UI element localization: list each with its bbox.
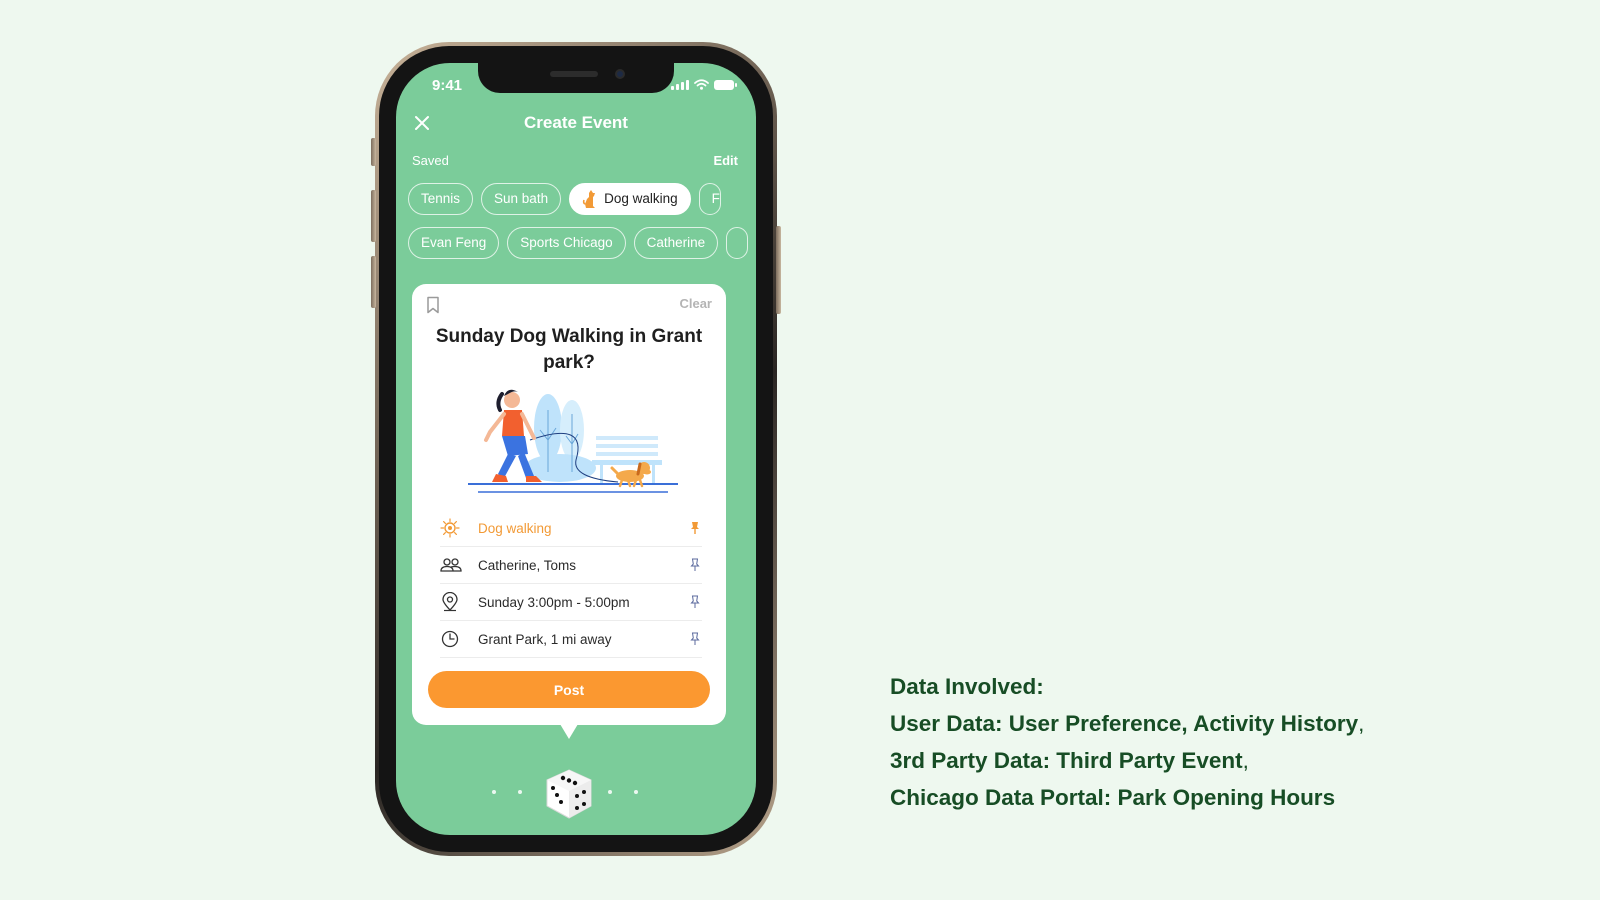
signal-icon xyxy=(671,79,689,90)
detail-row-people[interactable]: Catherine, Toms xyxy=(440,547,702,584)
chip-label: Sun bath xyxy=(494,191,549,206)
phone-side-button xyxy=(371,138,376,166)
info-line-chicago-portal: Chicago Data Portal: Park Opening Hours xyxy=(890,779,1570,816)
app-screen: 9:41 Create Event Saved Edit Tennis Sun … xyxy=(396,63,756,835)
status-icons xyxy=(671,79,737,90)
sun-icon xyxy=(440,518,470,538)
info-line-text: Chicago Data Portal: Park Opening Hours xyxy=(890,785,1336,810)
clear-button[interactable]: Clear xyxy=(679,296,712,311)
pin-outline-icon[interactable] xyxy=(688,595,702,609)
location-icon xyxy=(440,592,470,612)
bookmark-icon[interactable] xyxy=(426,296,440,314)
chip-dog-walking[interactable]: Dog walking xyxy=(569,183,691,215)
pager-dot[interactable] xyxy=(634,790,638,794)
info-heading: Data Involved: xyxy=(890,674,1044,699)
chip-catherine[interactable]: Catherine xyxy=(633,227,719,259)
phone-mockup: 9:41 Create Event Saved Edit Tennis Sun … xyxy=(371,42,781,856)
card-pointer xyxy=(560,724,578,739)
pin-outline-icon[interactable] xyxy=(688,558,702,572)
chip-truncated[interactable]: F xyxy=(698,183,721,215)
detail-text: Dog walking xyxy=(478,520,552,536)
info-line-text: User Data: User Preference, Activity His… xyxy=(890,711,1359,736)
dog-icon xyxy=(582,190,596,208)
detail-row-time[interactable]: Sunday 3:00pm - 5:00pm xyxy=(440,584,702,621)
chip-sports-chicago[interactable]: Sports Chicago xyxy=(507,227,626,259)
event-card: Clear Sunday Dog Walking in Grant park? xyxy=(412,284,726,739)
speaker-grille xyxy=(550,71,598,77)
info-line-text: 3rd Party Data: Third Party Event xyxy=(890,748,1243,773)
chip-sun-bath[interactable]: Sun bath xyxy=(481,183,562,215)
detail-text: Sunday 3:00pm - 5:00pm xyxy=(478,594,630,610)
dice-icon[interactable] xyxy=(541,766,597,822)
chip-evan-feng[interactable]: Evan Feng xyxy=(408,227,500,259)
people-icon xyxy=(440,557,470,573)
saved-label: Saved xyxy=(412,153,449,168)
post-button[interactable]: Post xyxy=(428,671,710,708)
dog-walking-illustration xyxy=(468,389,678,493)
event-title: Sunday Dog Walking in Grant park? xyxy=(435,326,703,373)
pin-outline-icon[interactable] xyxy=(688,632,702,646)
phone-volume-down-button xyxy=(371,256,376,308)
front-camera xyxy=(615,69,625,79)
chip-label: Catherine xyxy=(646,235,706,250)
detail-text: Catherine, Toms xyxy=(478,557,577,573)
info-line-third-party: 3rd Party Data: Third Party Event, xyxy=(890,742,1570,779)
data-involved-info: Data Involved: User Data: User Preferenc… xyxy=(890,668,1570,816)
detail-row-location[interactable]: Grant Park, 1 mi away xyxy=(440,621,702,658)
info-separator: , xyxy=(1358,711,1365,736)
chip-label: Evan Feng xyxy=(421,235,487,250)
pager-dot[interactable] xyxy=(518,790,522,794)
status-time: 9:41 xyxy=(432,77,463,94)
detail-row-activity[interactable]: Dog walking xyxy=(440,510,702,547)
edit-button[interactable]: Edit xyxy=(713,153,738,168)
chip-tennis[interactable]: Tennis xyxy=(408,183,474,215)
pager-dot[interactable] xyxy=(608,790,612,794)
people-chip-row: Evan Feng Sports Chicago Catherine xyxy=(408,227,749,259)
event-details-list: Dog walking Catherine, Toms Sunday 3:00p… xyxy=(440,510,702,658)
info-line-user-data: User Data: User Preference, Activity His… xyxy=(890,705,1570,742)
battery-icon xyxy=(714,79,737,90)
pin-filled-icon[interactable] xyxy=(688,521,702,535)
info-separator: , xyxy=(1242,748,1249,773)
phone-volume-up-button xyxy=(371,190,376,242)
phone-notch xyxy=(478,63,674,93)
phone-bezel: 9:41 Create Event Saved Edit Tennis Sun … xyxy=(379,46,773,852)
pager-dot[interactable] xyxy=(492,790,496,794)
chip-label: Sports Chicago xyxy=(520,235,613,250)
wifi-icon xyxy=(694,79,709,90)
chip-label: Dog walking xyxy=(604,191,678,206)
chip-label: F xyxy=(711,191,720,206)
detail-text: Grant Park, 1 mi away xyxy=(478,631,612,647)
clock-icon xyxy=(440,629,470,649)
activity-chip-row: Tennis Sun bath Dog walking F xyxy=(408,183,721,215)
screen-title: Create Event xyxy=(524,113,628,132)
chip-label: Tennis xyxy=(421,191,461,206)
phone-power-button xyxy=(776,226,781,314)
chip-truncated[interactable] xyxy=(726,227,749,259)
